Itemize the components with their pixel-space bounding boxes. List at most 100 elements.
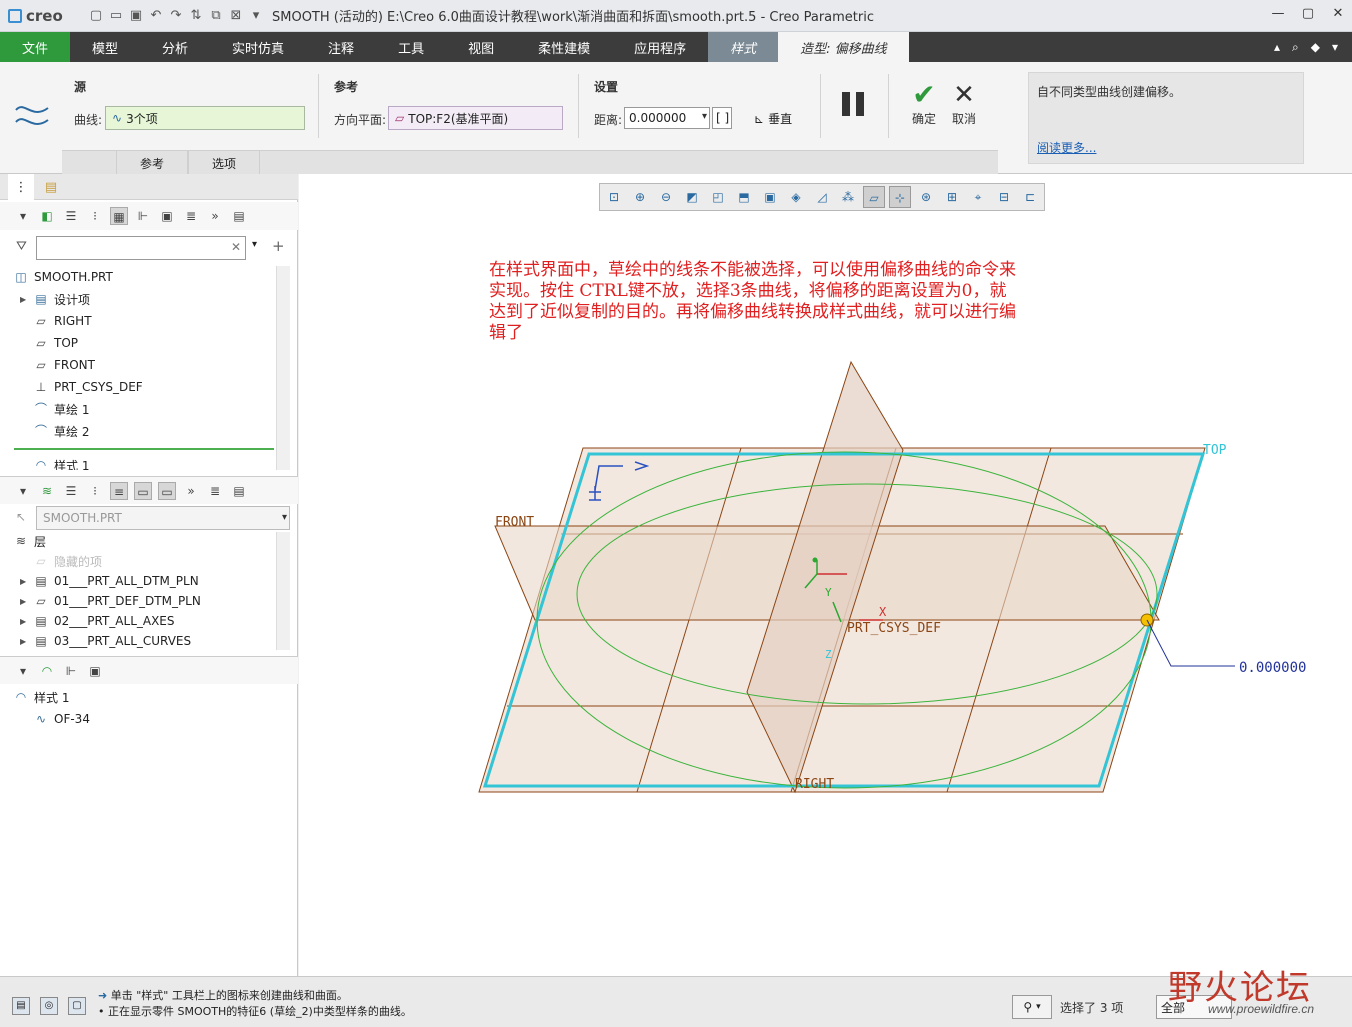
tree-root[interactable]: ◫ SMOOTH.PRT [14,266,113,288]
part-icon[interactable]: ◧ [38,207,56,225]
collapse-icon[interactable]: ⁝ [86,207,104,225]
chevron-down-icon[interactable]: ▾ [702,111,707,122]
tab-analysis[interactable]: 分析 [140,32,210,62]
find-button[interactable]: ⚲ ▾ [1012,995,1052,1019]
layer-item-hidden[interactable]: ▱ 隐藏的项 [34,550,102,572]
layer-settings-icon[interactable]: ≣ [206,482,224,500]
hat-icon[interactable]: ◆ [1311,40,1320,54]
tab-applications[interactable]: 应用程序 [612,32,708,62]
add-icon[interactable]: + [272,237,285,255]
style-tree-root[interactable]: ◠ 样式 1 [14,686,70,708]
maximize-icon[interactable]: ▢ [1300,6,1316,21]
tab-flexible-modeling[interactable]: 柔性建模 [516,32,612,62]
fullscreen-icon[interactable]: ▢ [68,997,86,1015]
search-icon[interactable]: ⌕ [1292,40,1299,55]
layer-item[interactable]: ▶ ▤ 01___PRT_ALL_DTM_PLN [20,570,199,592]
style-tree-child[interactable]: ∿ OF-34 [34,708,90,730]
curve-collector[interactable]: ∿ 3个项 [105,106,305,130]
tree-notes-icon[interactable]: ▤ [230,207,248,225]
tree-menu-icon[interactable]: ▾ [14,207,32,225]
layer-item[interactable]: ▶ ▤ 03___PRT_ALL_CURVES [20,630,191,650]
model-tree-scrollbar[interactable] [276,266,290,470]
expand-arrow-icon[interactable]: ▶ [20,597,28,606]
expand-arrow-icon[interactable]: ▶ [20,637,28,646]
expand-icon[interactable]: ☰ [62,207,80,225]
redo-icon[interactable]: ↷ [168,8,184,24]
dimension-toggle-button[interactable]: [ ] [712,107,732,129]
toggle-navigator-icon[interactable]: ▤ [12,997,30,1015]
subtab-options[interactable]: 选项 [188,151,260,175]
new-file-icon[interactable]: ▢ [88,8,104,24]
model-tree-tab-icon[interactable]: ⋮ [8,174,34,200]
settings-icon[interactable]: ▣ [158,207,176,225]
subtab-references[interactable]: 参考 [116,151,188,175]
help-dropdown-icon[interactable]: ▾ [1332,40,1338,54]
insert-here-marker[interactable] [14,448,274,450]
more-icon[interactable]: » [206,207,224,225]
layer-model-select[interactable]: SMOOTH.PRT ▾ [36,506,290,530]
browser-icon[interactable]: ◎ [40,997,58,1015]
layer-show-icon[interactable]: ▭ [134,481,152,500]
distance-input[interactable]: 0.000000 ▾ [624,107,710,129]
undo-icon[interactable]: ↶ [148,8,164,24]
settings-icon[interactable]: ▣ [86,662,104,680]
clear-search-icon[interactable]: ✕ [231,240,241,254]
save-icon[interactable]: ▣ [128,8,144,24]
regenerate-icon[interactable]: ⇅ [188,8,204,24]
tree-item-right[interactable]: ▱ RIGHT [34,310,91,332]
minimize-icon[interactable]: — [1270,6,1286,21]
tree-filter-icon[interactable]: ⊩ [62,662,80,680]
expand-arrow-icon[interactable]: ▶ [20,617,28,626]
tree-item-sketch-2[interactable]: ⌒ 草绘 2 [34,420,89,442]
layer-notes-icon[interactable]: ▤ [230,482,248,500]
tree-item-sketch-1[interactable]: ⌒ 草绘 1 [34,398,89,420]
perpendicular-button[interactable]: ⊾ 垂直 [754,110,792,127]
collapse-icon[interactable]: ⁝ [86,482,104,500]
ok-button[interactable]: ✔ 确定 [904,80,944,127]
tab-model[interactable]: 模型 [70,32,140,62]
tree-item-design-items[interactable]: ▶ ▤ 设计项 [20,288,90,310]
chevron-down-icon[interactable]: ▾ [282,512,287,523]
chevron-down-icon[interactable]: ▾ [252,239,257,250]
expand-arrow-icon[interactable]: ▶ [20,577,28,586]
layer-props-icon[interactable]: ≡ [110,481,128,500]
expand-icon[interactable]: ☰ [62,482,80,500]
filter-icon[interactable]: ⛛ [16,239,27,254]
layer-item[interactable]: ▶ ▱ 01___PRT_DEF_DTM_PLN [20,590,201,612]
tab-simulation[interactable]: 实时仿真 [210,32,306,62]
style-menu-icon[interactable]: ▾ [14,662,32,680]
layer-hide-icon[interactable]: ▭ [158,481,176,500]
customize-icon[interactable]: ▾ [248,8,264,24]
collapse-ribbon-icon[interactable]: ▴ [1274,40,1280,54]
tree-filter-icon[interactable]: ⊩ [134,207,152,225]
layers-icon[interactable]: ≋ [38,482,56,500]
tree-item-top[interactable]: ▱ TOP [34,332,78,354]
tree-columns-icon[interactable]: ▦ [110,207,128,225]
tree-item-style-1[interactable]: ◠ 样式 1 [34,454,90,470]
tree-details-icon[interactable]: ≣ [182,207,200,225]
tab-style[interactable]: 样式 [708,32,779,62]
tree-item-front[interactable]: ▱ FRONT [34,354,95,376]
tab-offset-curve[interactable]: 造型: 偏移曲线 [778,32,909,62]
pause-button[interactable] [842,92,868,118]
close-icon[interactable]: ✕ [1330,6,1346,21]
style-icon[interactable]: ◠ [38,662,56,680]
tab-annotate[interactable]: 注释 [306,32,376,62]
direction-plane-collector[interactable]: ▱ TOP:F2(基准平面) [388,106,563,130]
layer-item[interactable]: ▶ ▤ 02___PRT_ALL_AXES [20,610,175,632]
open-file-icon[interactable]: ▭ [108,8,124,24]
tab-view[interactable]: 视图 [446,32,516,62]
windows-icon[interactable]: ⧉ [208,8,224,24]
search-input[interactable]: ✕ [36,236,246,260]
layer-tree-header[interactable]: ≋ 层 [14,530,46,552]
expand-arrow-icon[interactable]: ▶ [20,295,28,304]
offset-value-label[interactable]: 0.000000 [1239,660,1306,676]
tree-item-csys[interactable]: ⊥ PRT_CSYS_DEF [34,376,143,398]
more-icon[interactable]: » [182,482,200,500]
close-window-icon[interactable]: ⊠ [228,8,244,24]
graphics-window[interactable]: ⊡ ⊕ ⊖ ◩ ◰ ⬒ ▣ ◈ ◿ ⁂ ▱ ⊹ ⊛ ⊞ ⌖ ⊟ ⊏ 在样式界面中… [299,174,1352,976]
read-more-link[interactable]: 阅读更多... [1037,139,1096,156]
cancel-button[interactable]: ✕ 取消 [944,80,984,127]
tab-file[interactable]: 文件 [0,32,70,62]
layer-menu-icon[interactable]: ▾ [14,482,32,500]
